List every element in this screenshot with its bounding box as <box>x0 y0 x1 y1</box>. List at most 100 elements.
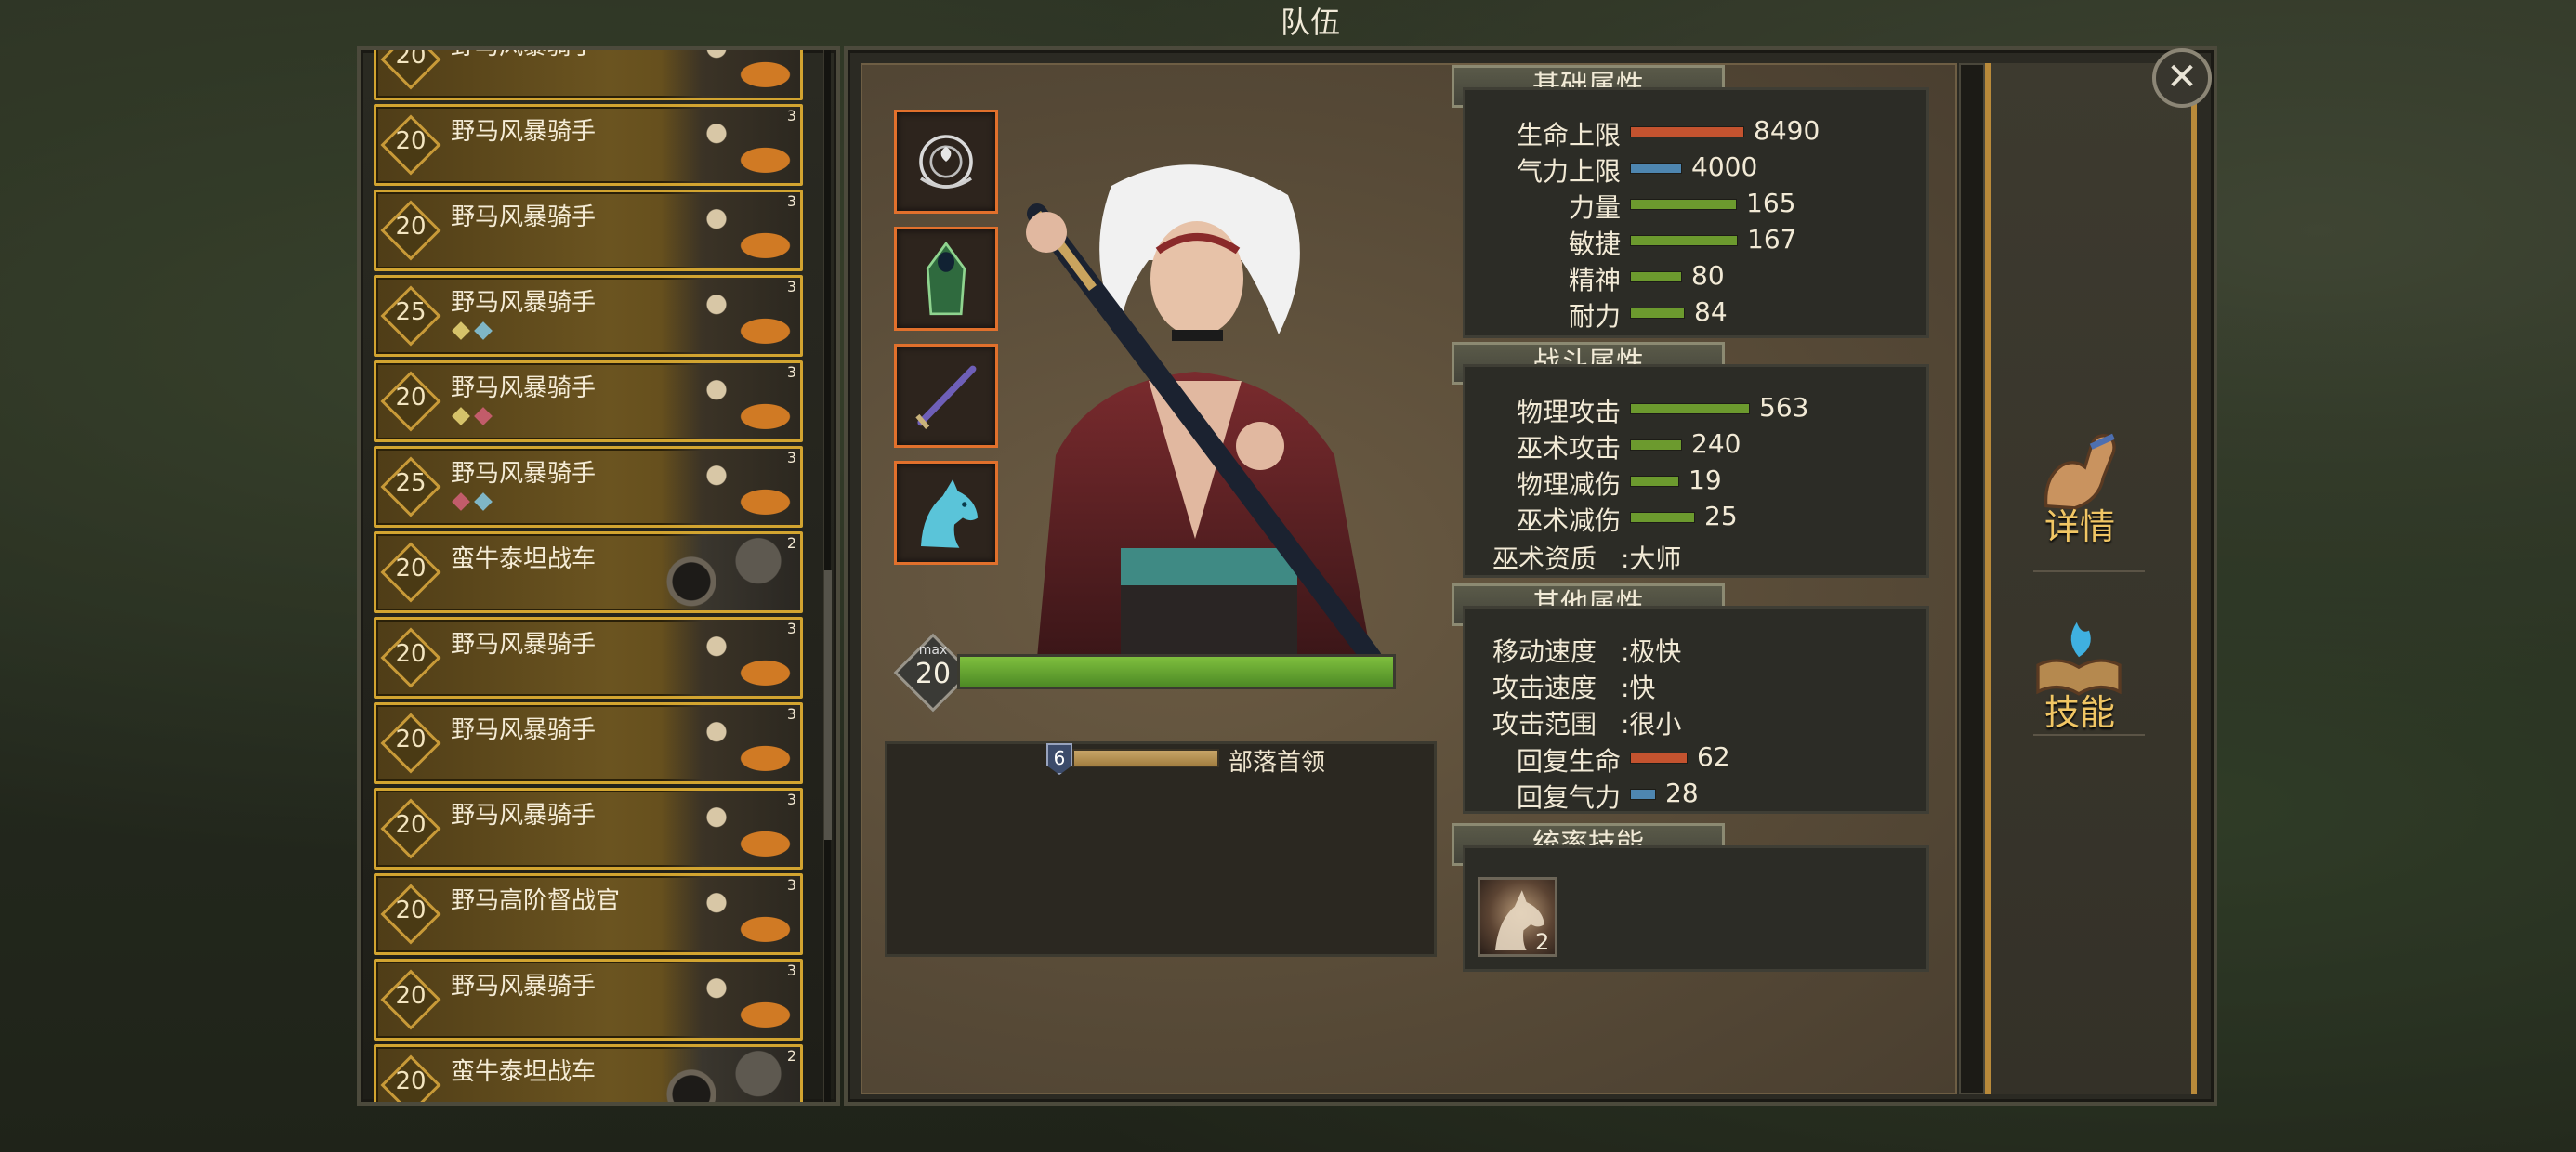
stat-bar <box>1630 199 1737 210</box>
stat-bar <box>1630 163 1682 174</box>
unit-row[interactable]: 20 蛮牛泰坦战车 2 <box>374 1044 803 1102</box>
unit-name: 野马高阶督战官 <box>451 887 621 915</box>
sidebar-divider <box>2033 734 2145 736</box>
stat-value: 4000 <box>1691 151 1758 182</box>
gem-icon <box>474 407 493 425</box>
unit-row[interactable]: 20野马风暴骑手3 <box>374 788 803 870</box>
stat-value: :很小 <box>1621 709 1682 740</box>
unit-row[interactable]: 20野马风暴骑手3 <box>374 46 803 100</box>
stat-bar <box>1630 126 1744 137</box>
spirit-horse-icon <box>921 479 979 548</box>
unit-level: 20 <box>395 46 427 70</box>
experience-fill <box>960 657 1393 687</box>
unit-count: 3 <box>786 876 796 894</box>
stat-value: 84 <box>1694 296 1728 327</box>
stat-value: 563 <box>1759 392 1809 423</box>
unit-portrait <box>661 705 800 781</box>
stat-bar <box>1630 403 1750 414</box>
unit-row[interactable]: 25 野马风暴骑手 3 <box>374 275 803 357</box>
trait-progress-bar <box>1072 749 1219 767</box>
unit-count: 3 <box>786 449 796 466</box>
unit-row[interactable]: 20野马风暴骑手3 <box>374 104 803 186</box>
unit-portrait <box>661 534 800 610</box>
rose-emblem-icon <box>919 135 973 189</box>
gem-icon <box>452 321 470 340</box>
stat-value: 19 <box>1689 465 1722 495</box>
trait-name[interactable]: 部落首领 <box>1229 743 1325 778</box>
skills-button[interactable]: 技能 <box>1996 604 2163 771</box>
unit-roster-list[interactable]: 20 野马风暴骑手 3 20 野马风暴骑手 3 20 野马风暴骑手 3 25 野马风暴骑手 3 20 野马… <box>357 46 840 1106</box>
detail-scrollbar[interactable] <box>1959 63 1985 1094</box>
unit-portrait <box>661 1047 800 1102</box>
unit-name: 野马风暴骑手 <box>451 203 597 231</box>
stat-bar <box>1630 235 1738 246</box>
unit-row[interactable]: 25 野马风暴骑手 3 <box>374 446 803 528</box>
unit-row[interactable]: 20野马风暴骑手3 <box>374 959 803 1041</box>
unit-portrait <box>661 192 800 268</box>
window-title: 队伍 <box>1280 5 1340 40</box>
unit-row[interactable]: 20 蛮牛泰坦战车 2 <box>374 531 803 613</box>
stat-value: 240 <box>1691 428 1741 459</box>
stat-bar <box>1630 271 1682 282</box>
gem-icon <box>474 492 493 511</box>
unit-portrait <box>661 278 800 354</box>
unit-name: 野马风暴骑手 <box>451 631 597 659</box>
unit-count: 2 <box>786 534 796 552</box>
unit-name: 蛮牛泰坦战车 <box>451 545 597 573</box>
unit-name: 野马风暴骑手 <box>451 118 597 146</box>
unit-gems <box>452 492 493 511</box>
stat-label: 回复气力 <box>1517 782 1622 813</box>
unit-level: 20 <box>395 555 427 583</box>
unit-level: 20 <box>395 213 427 241</box>
unit-row[interactable]: 20 野马高阶督战官 3 <box>374 873 803 955</box>
stat-label: 攻击范围 <box>1492 709 1597 740</box>
unit-level: 20 <box>395 811 427 839</box>
stat-label: 回复生命 <box>1517 746 1622 777</box>
stat-value-aptitude: :大师 <box>1621 543 1682 574</box>
stat-label: 物理减伤 <box>1517 469 1622 500</box>
close-button[interactable]: ✕ <box>2152 48 2212 108</box>
stat-value: 167 <box>1747 224 1797 255</box>
unit-name: 野马风暴骑手 <box>451 289 597 317</box>
stat-value: :极快 <box>1621 636 1682 667</box>
unit-name: 蛮牛泰坦战车 <box>451 1058 597 1086</box>
unit-level: 20 <box>395 1067 427 1095</box>
unit-level: 25 <box>395 298 427 326</box>
details-button[interactable]: 详情 <box>1996 418 2163 585</box>
unit-name: 野马风暴骑手 <box>451 973 597 1001</box>
unit-row[interactable]: 20野马风暴骑手3 <box>374 617 803 699</box>
unit-portrait <box>661 107 800 183</box>
stat-value: 8490 <box>1754 115 1820 146</box>
stat-label: 敏捷 <box>1568 229 1621 259</box>
unit-count: 3 <box>786 107 796 124</box>
unit-gems <box>452 407 493 425</box>
unit-count: 3 <box>786 620 796 637</box>
unit-level: 25 <box>395 469 427 497</box>
unit-row[interactable]: 20野马风暴骑手3 <box>374 702 803 784</box>
stat-label: 巫术攻击 <box>1517 433 1622 464</box>
skills-label: 技能 <box>2044 692 2115 733</box>
sidebar-divider <box>2033 570 2145 572</box>
stat-label: 攻击速度 <box>1492 673 1597 703</box>
roster-scrollbar-thumb[interactable] <box>824 570 832 840</box>
stat-value: 62 <box>1697 741 1730 772</box>
unit-name: 野马风暴骑手 <box>451 460 597 488</box>
stat-bar <box>1630 789 1656 800</box>
sword-icon <box>915 365 977 429</box>
unit-row[interactable]: 20野马风暴骑手3 <box>374 360 803 442</box>
stat-bar <box>1630 439 1682 451</box>
gem-icon <box>452 407 470 425</box>
stat-label: 移动速度 <box>1492 636 1597 667</box>
stat-label: 生命上限 <box>1517 120 1622 151</box>
unit-count: 3 <box>786 192 796 210</box>
unit-count: 3 <box>786 962 796 979</box>
stat-bar <box>1630 512 1695 523</box>
skill-count: 2 <box>1535 929 1550 955</box>
gem-icon <box>474 321 493 340</box>
stat-bar <box>1630 308 1685 319</box>
unit-portrait <box>661 50 800 98</box>
stat-value: 165 <box>1746 188 1796 218</box>
unit-row[interactable]: 20 野马风暴骑手 3 <box>374 190 803 271</box>
roster-scrollbar[interactable] <box>823 50 832 1102</box>
trait-panel <box>885 741 1437 957</box>
